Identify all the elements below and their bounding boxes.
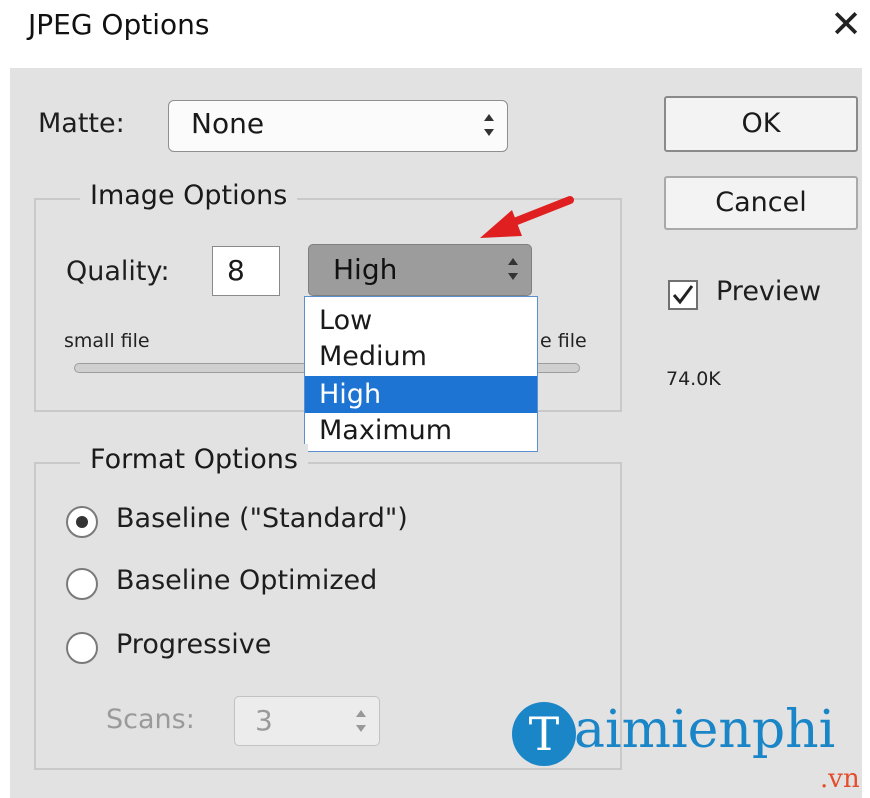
scans-value: 3	[255, 704, 273, 737]
quality-preset-value: High	[333, 253, 398, 286]
matte-label: Matte:	[38, 108, 125, 139]
radio-baseline-standard[interactable]	[66, 506, 98, 538]
ok-button[interactable]: OK	[664, 96, 858, 152]
preview-file-size: 74.0K	[666, 368, 721, 390]
small-file-label: small file	[64, 330, 150, 352]
watermark-text: aimienphi	[574, 700, 836, 760]
dialog-title: JPEG Options	[28, 8, 210, 41]
quality-value: 8	[227, 254, 245, 287]
radio-progressive[interactable]	[66, 632, 98, 664]
watermark-logo: T	[512, 702, 576, 766]
matte-value: None	[191, 107, 265, 140]
close-icon[interactable]: ✕	[826, 2, 866, 46]
scans-label: Scans:	[106, 704, 195, 735]
quality-label: Quality:	[66, 256, 170, 287]
preview-label: Preview	[716, 276, 822, 307]
option-medium[interactable]: Medium	[305, 338, 537, 375]
quality-preset-dropdown[interactable]: Low Medium High Maximum	[304, 296, 538, 452]
preview-checkbox[interactable]	[668, 280, 698, 310]
large-file-label: e file	[540, 330, 587, 352]
cancel-button[interactable]: Cancel	[664, 176, 858, 230]
radio-selected-dot	[76, 516, 88, 528]
radio-label-baseline-optimized: Baseline Optimized	[116, 565, 378, 596]
updown-arrows-icon	[483, 114, 495, 136]
red-arrow-icon	[480, 196, 574, 238]
watermark-suffix: .vn	[820, 764, 860, 794]
option-high[interactable]: High	[305, 376, 537, 413]
quality-preset-select[interactable]: High	[308, 244, 532, 296]
image-options-legend: Image Options	[80, 180, 298, 211]
radio-label-progressive: Progressive	[116, 629, 272, 660]
matte-select[interactable]: None	[168, 100, 508, 152]
scans-select[interactable]: 3	[234, 696, 380, 746]
option-low[interactable]: Low	[305, 302, 537, 339]
updown-arrows-icon	[355, 710, 367, 732]
option-maximum[interactable]: Maximum	[305, 412, 537, 449]
updown-arrows-icon	[507, 258, 519, 280]
radio-baseline-optimized[interactable]	[66, 568, 98, 600]
format-options-legend: Format Options	[80, 444, 308, 475]
radio-label-baseline-standard: Baseline ("Standard")	[116, 503, 408, 534]
checkmark-icon	[672, 285, 694, 305]
quality-input[interactable]: 8	[212, 246, 280, 296]
